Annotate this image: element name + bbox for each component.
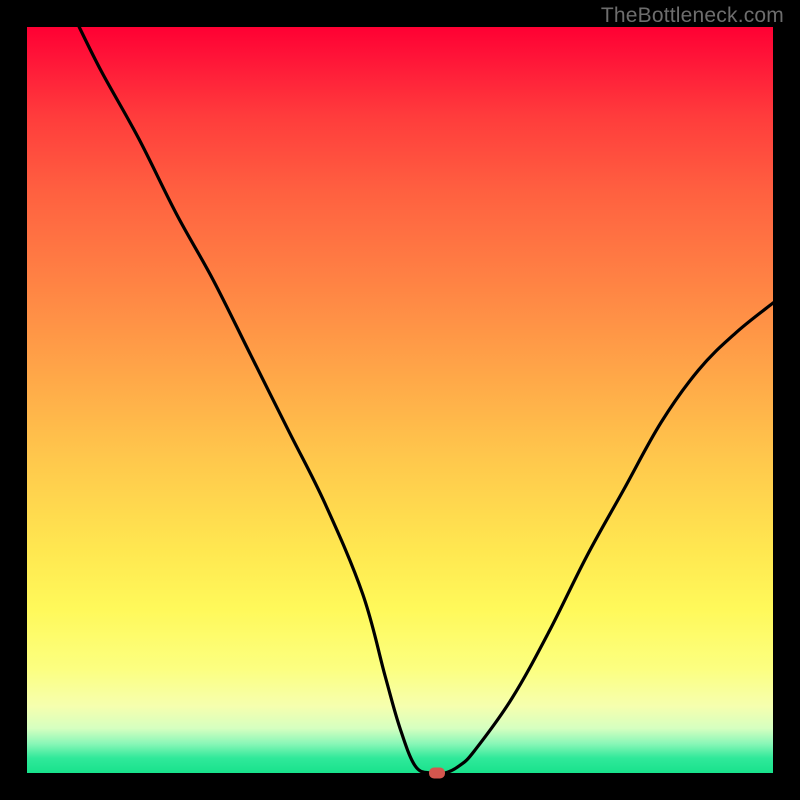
chart-frame: TheBottleneck.com <box>0 0 800 800</box>
plot-area <box>27 27 773 773</box>
bottleneck-curve <box>27 27 773 773</box>
curve-path <box>79 27 773 773</box>
optimal-marker <box>429 768 445 779</box>
watermark-text: TheBottleneck.com <box>601 4 784 28</box>
